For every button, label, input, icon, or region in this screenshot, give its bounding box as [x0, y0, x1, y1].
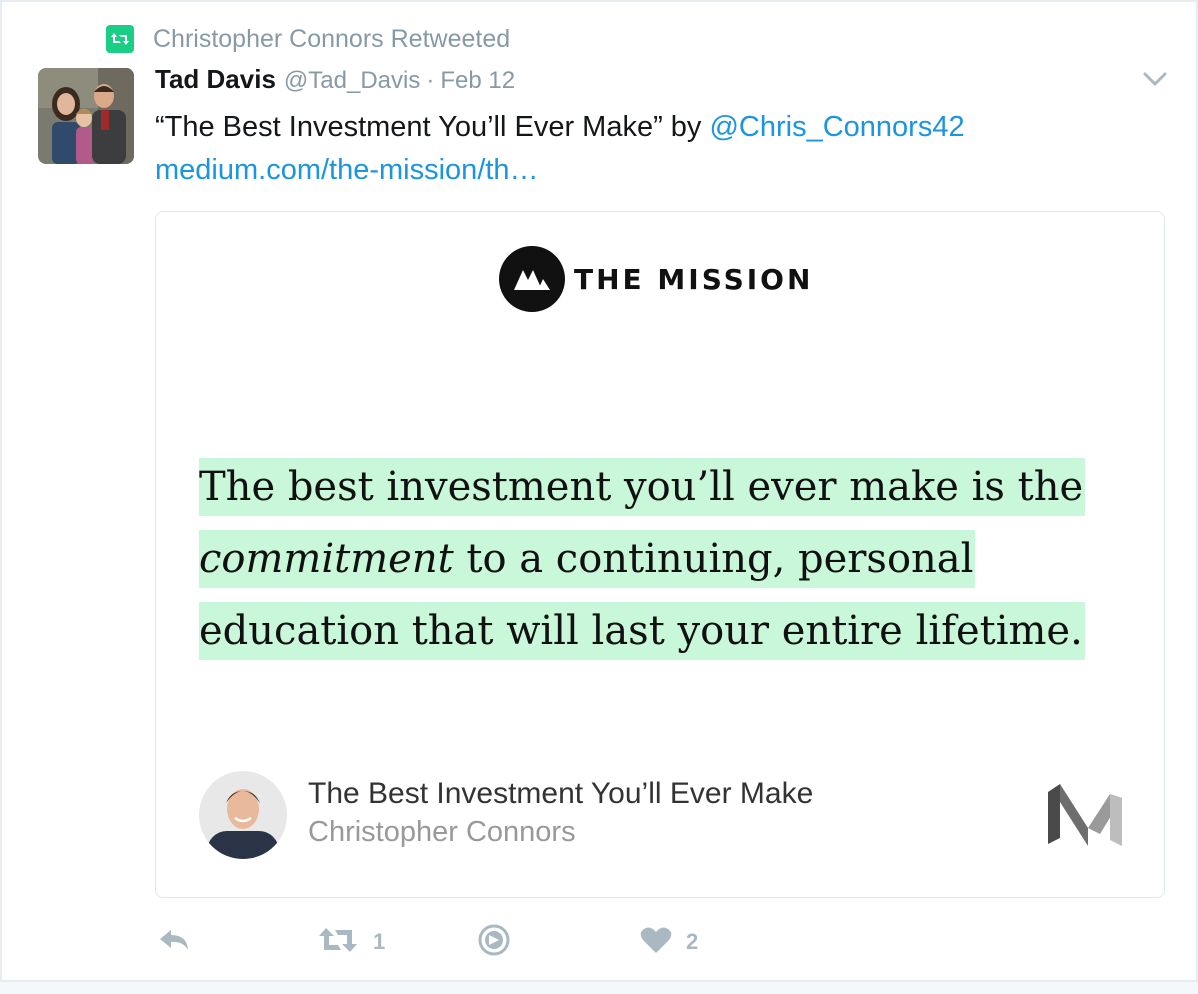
reply-icon [157, 927, 191, 958]
quote-emphasis: commitment [199, 536, 454, 582]
retweet-count: 1 [373, 929, 386, 954]
tweet-actions: 1 2 [0, 920, 1198, 964]
author-name[interactable]: Tad Davis [155, 64, 276, 95]
retweeted-by-label[interactable]: Christopher Connors Retweeted [153, 25, 510, 54]
medium-logo-icon [1048, 784, 1122, 846]
author-handle[interactable]: @Tad_Davis [284, 67, 420, 95]
article-author: Christopher Connors [308, 816, 576, 848]
publication-logo: THE MISSION [499, 246, 813, 312]
publication-name: THE MISSION [574, 262, 814, 296]
tweet-timestamp[interactable]: Feb 12 [440, 67, 515, 95]
retweet-button[interactable]: 1 [317, 920, 385, 964]
retweet-icon [317, 926, 359, 959]
direct-message-button[interactable] [477, 920, 511, 964]
quote-line-2: commitment to a continuing, personal [199, 530, 976, 588]
tweet-text: “The Best Investment You’ll Ever Make” b… [155, 107, 965, 147]
mission-logo-icon [499, 246, 565, 312]
author-avatar[interactable] [38, 68, 134, 164]
like-count: 2 [686, 929, 699, 954]
quote-line-1: The best investment you’ll ever make is … [199, 458, 1086, 516]
article-title: The Best Investment You’ll Ever Make [308, 777, 814, 810]
direct-message-icon [477, 923, 511, 962]
tweet-header: Tad Davis @Tad_Davis · Feb 12 [155, 64, 515, 102]
article-author-avatar [199, 771, 287, 859]
quote-line-3: education that will last your entire lif… [199, 602, 1085, 660]
link-preview-card[interactable]: THE MISSION The best investment you’ll e… [155, 211, 1165, 898]
chevron-down-icon[interactable] [1142, 70, 1168, 88]
heart-icon [640, 926, 672, 959]
timeline-divider [0, 980, 1198, 994]
mention-link[interactable]: @Chris_Connors42 [709, 111, 964, 143]
article-url-link[interactable]: medium.com/the-mission/th… [155, 150, 539, 190]
tweet-text-body: “The Best Investment You’ll Ever Make” b… [155, 111, 710, 143]
retweet-context: Christopher Connors Retweeted [106, 24, 510, 54]
retweet-icon [106, 25, 134, 53]
like-button[interactable]: 2 [640, 920, 698, 964]
reply-button[interactable] [157, 920, 191, 964]
quote-line-2-rest: to a continuing, personal [453, 536, 974, 582]
header-separator: · [426, 67, 435, 94]
